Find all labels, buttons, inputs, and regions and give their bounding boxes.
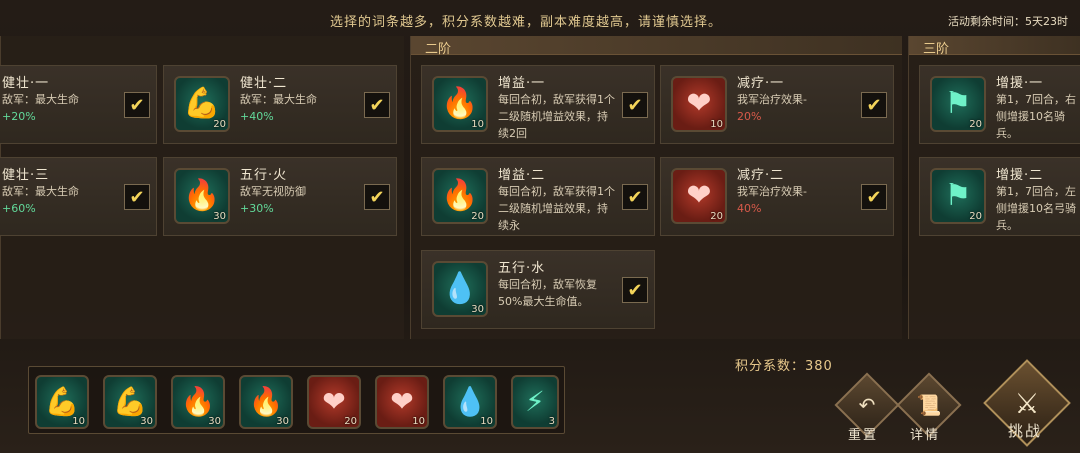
card-desc: 敌军：最大生命 +20% <box>2 93 79 123</box>
modifier-card-c11[interactable]: ⚑ 20 增援·二 第1，7回合，左侧增援10名弓骑兵。 <box>919 157 1080 236</box>
card-title: 健壮·三 <box>2 168 50 183</box>
card-desc: 第1，7回合，左侧增援10名弓骑兵。 <box>996 185 1076 232</box>
card-title: 健壮·二 <box>240 76 288 91</box>
card-value: +30% <box>240 202 274 215</box>
select-checkbox[interactable]: ✔ <box>861 92 887 118</box>
card-desc: 第1，7回合，右侧增援10名骑兵。 <box>996 93 1076 140</box>
muscle-icon[interactable]: 💪 10 <box>35 375 89 429</box>
tier-header: 二阶 <box>411 36 902 57</box>
select-checkbox[interactable]: ✔ <box>622 92 648 118</box>
card-value: 40% <box>737 202 762 215</box>
card-desc: 每回合初，敌军获得1个二级随机增益效果，持续2回 <box>498 93 615 140</box>
undo-icon: ↶ <box>858 393 876 417</box>
select-checkbox[interactable]: ✔ <box>622 277 648 303</box>
banner-troops-icon: ⚑ 20 <box>930 76 986 132</box>
modifier-card-c7[interactable]: 🔥 20 增益·二 每回合初，敌军获得1个二级随机增益效果，持续永 ✔ <box>421 157 655 236</box>
details-label: 详情 <box>910 428 941 443</box>
card-desc: 敌军无视防御 +30% <box>240 185 306 215</box>
fan-water-icon: 💧 30 <box>432 261 488 317</box>
card-title: 增益·一 <box>498 76 546 91</box>
select-checkbox[interactable]: ✔ <box>364 92 390 118</box>
modifier-card-c9[interactable]: 💧 30 五行·水 每回合初，敌军恢复50%最大生命值。 ✔ <box>421 250 655 329</box>
tier-label: 二阶 <box>425 42 452 57</box>
card-desc: 每回合初，敌军恢复50%最大生命值。 <box>498 278 597 308</box>
card-desc: 每回合初，敌军获得1个二级随机增益效果，持续永 <box>498 185 615 232</box>
card-title: 健壮·一 <box>2 76 50 91</box>
modifier-card-c4[interactable]: 🔥 30 五行·火 敌军无视防御 +30% ✔ <box>163 157 397 236</box>
muscle-icon: 💪 20 <box>174 76 230 132</box>
card-title: 减疗·二 <box>737 168 785 183</box>
card-title: 减疗·一 <box>737 76 785 91</box>
heart-icon[interactable]: ❤ 10 <box>375 375 429 429</box>
heart-icon: ❤ 20 <box>671 168 727 224</box>
select-checkbox[interactable]: ✔ <box>861 184 887 210</box>
tier-panel-1: 健壮·一 敌军：最大生命 +20% ✔ 💪 20 健壮·二 敌军：最大生命 +40… <box>0 36 404 339</box>
flame-figure-icon: 🔥 10 <box>432 76 488 132</box>
tier-label: 三阶 <box>923 42 950 57</box>
card-title: 增益·二 <box>498 168 546 183</box>
card-value: +40% <box>240 110 274 123</box>
card-title: 五行·水 <box>498 261 546 276</box>
reset-label: 重置 <box>848 428 879 443</box>
modifier-card-c1[interactable]: 健壮·一 敌军：最大生命 +20% ✔ <box>0 65 157 144</box>
tier-panel-3: 三阶 ⚑ 20 增援·一 第1，7回合，右侧增援10名骑兵。 ⚑ 20 增援·二 第… <box>908 36 1080 339</box>
fan-fire-icon[interactable]: 🔥 30 <box>239 375 293 429</box>
tier-panel-2: 二阶 🔥 10 增益·一 每回合初，敌军获得1个二级随机增益效果，持续2回 ✔ ❤… <box>410 36 902 339</box>
select-checkbox[interactable]: ✔ <box>364 184 390 210</box>
score-coefficient: 积分系数：380 <box>735 359 833 374</box>
card-title: 增援·二 <box>996 168 1044 183</box>
muscle-icon[interactable]: 💪 30 <box>103 375 157 429</box>
banner-troops-icon: ⚑ 20 <box>930 168 986 224</box>
card-value: +60% <box>2 202 36 215</box>
card-value: +20% <box>2 110 36 123</box>
fan-lightning-icon[interactable]: ⚡ 3 <box>511 375 559 429</box>
modifier-card-c5[interactable]: 🔥 10 增益·一 每回合初，敌军获得1个二级随机增益效果，持续2回 ✔ <box>421 65 655 144</box>
modifier-card-c10[interactable]: ⚑ 20 增援·一 第1，7回合，右侧增援10名骑兵。 <box>919 65 1080 144</box>
tier-header: 三阶 <box>909 36 1080 57</box>
card-desc: 敌军：最大生命 +40% <box>240 93 317 123</box>
flame-figure-icon: 🔥 20 <box>432 168 488 224</box>
selected-modifiers-tray: 💪 10 💪 30 🔥 30 🔥 30 ❤ 20 ❤ 10 💧 10 ⚡ 3 <box>28 366 565 434</box>
fan-fire-icon: 🔥 30 <box>174 168 230 224</box>
card-desc: 我军治疗效果- 40% <box>737 185 807 215</box>
modifier-card-c6[interactable]: ❤ 10 减疗·一 我军治疗效果- 20% ✔ <box>660 65 894 144</box>
card-value: 20% <box>737 110 762 123</box>
heart-icon: ❤ 10 <box>671 76 727 132</box>
scroll-icon: 📜 <box>916 393 942 417</box>
heart-icon[interactable]: ❤ 20 <box>307 375 361 429</box>
difficulty-notice: 选择的词条越多，积分系数越难，副本难度越高，请谨慎选择。 <box>330 15 723 30</box>
modifier-card-c2[interactable]: 💪 20 健壮·二 敌军：最大生命 +40% ✔ <box>163 65 397 144</box>
card-title: 增援·一 <box>996 76 1044 91</box>
select-checkbox[interactable]: ✔ <box>124 184 150 210</box>
event-timer: 活动剩余时间：5天23时 <box>948 15 1068 28</box>
fan-water-icon[interactable]: 💧 10 <box>443 375 497 429</box>
select-checkbox[interactable]: ✔ <box>622 184 648 210</box>
fan-fire-icon[interactable]: 🔥 30 <box>171 375 225 429</box>
select-checkbox[interactable]: ✔ <box>124 92 150 118</box>
card-desc: 敌军：最大生命 +60% <box>2 185 79 215</box>
card-title: 五行·火 <box>240 168 288 183</box>
card-desc: 我军治疗效果- 20% <box>737 93 807 123</box>
modifier-card-c3[interactable]: 健壮·三 敌军：最大生命 +60% ✔ <box>0 157 157 236</box>
modifier-card-c8[interactable]: ❤ 20 减疗·二 我军治疗效果- 40% ✔ <box>660 157 894 236</box>
challenge-label: 挑战 <box>1008 422 1043 440</box>
